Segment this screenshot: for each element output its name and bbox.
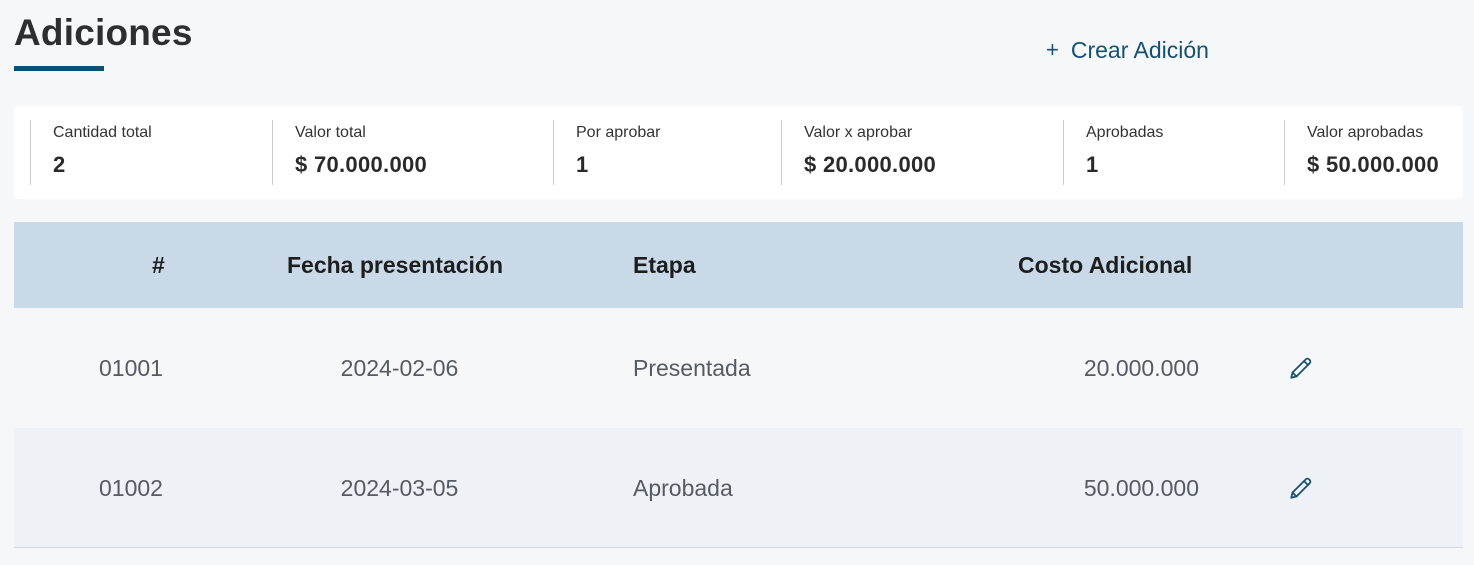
- stat-approved-value: Valor aprobadas $ 50.000.000: [1284, 120, 1439, 185]
- cell-cost: 50.000.000: [1083, 474, 1199, 501]
- additions-table: # Fecha presentación Etapa Costo Adicion…: [14, 222, 1463, 548]
- stat-value: $ 20.000.000: [804, 152, 937, 177]
- stat-total-value: Valor total $ 70.000.000: [272, 120, 427, 185]
- stat-label: Valor x aprobar: [804, 124, 913, 141]
- page-title: Adiciones: [14, 12, 193, 53]
- create-addition-button[interactable]: + Crear Adición: [1046, 34, 1209, 66]
- cell-stage: Presentada: [633, 354, 751, 381]
- table-row: 01001 2024-02-06 Presentada 20.000.000: [14, 308, 1463, 428]
- summary-panel: Cantidad total 2 Valor total $ 70.000.00…: [14, 106, 1463, 199]
- stat-value: 2: [53, 152, 66, 177]
- stat-value: 1: [576, 152, 589, 177]
- stat-total-count: Cantidad total 2: [30, 120, 152, 185]
- column-header-stage[interactable]: Etapa: [633, 222, 696, 308]
- cell-number: 01001: [99, 354, 163, 381]
- stat-value: $ 70.000.000: [295, 152, 428, 177]
- stat-value: $ 50.000.000: [1307, 152, 1440, 177]
- title-underline: [14, 66, 104, 71]
- column-header-date[interactable]: Fecha presentación: [287, 222, 503, 308]
- table-row: 01002 2024-03-05 Aprobada 50.000.000: [14, 428, 1463, 548]
- plus-icon: +: [1046, 37, 1059, 62]
- stat-approved-count: Aprobadas 1: [1063, 120, 1163, 185]
- page: Adiciones + Crear Adición Cantidad total…: [0, 0, 1474, 565]
- stat-label: Cantidad total: [53, 124, 152, 141]
- cell-date: 2024-03-05: [340, 474, 459, 501]
- cell-number: 01002: [99, 474, 163, 501]
- create-addition-label: Crear Adición: [1070, 36, 1209, 63]
- table-header: # Fecha presentación Etapa Costo Adicion…: [14, 222, 1463, 308]
- cell-stage: Aprobada: [633, 474, 733, 501]
- pencil-icon[interactable]: [1286, 308, 1316, 428]
- stat-pending-count: Por aprobar 1: [553, 120, 661, 185]
- stat-value: 1: [1086, 152, 1099, 177]
- cell-cost: 20.000.000: [1083, 354, 1199, 381]
- column-header-number[interactable]: #: [152, 222, 165, 308]
- stat-label: Aprobadas: [1086, 124, 1164, 141]
- cell-date: 2024-02-06: [340, 354, 459, 381]
- pencil-icon[interactable]: [1286, 428, 1316, 548]
- column-header-cost[interactable]: Costo Adicional: [1018, 222, 1192, 308]
- stat-label: Por aprobar: [576, 124, 661, 141]
- stat-pending-value: Valor x aprobar $ 20.000.000: [781, 120, 936, 185]
- stat-label: Valor aprobadas: [1307, 124, 1424, 141]
- stat-label: Valor total: [295, 124, 366, 141]
